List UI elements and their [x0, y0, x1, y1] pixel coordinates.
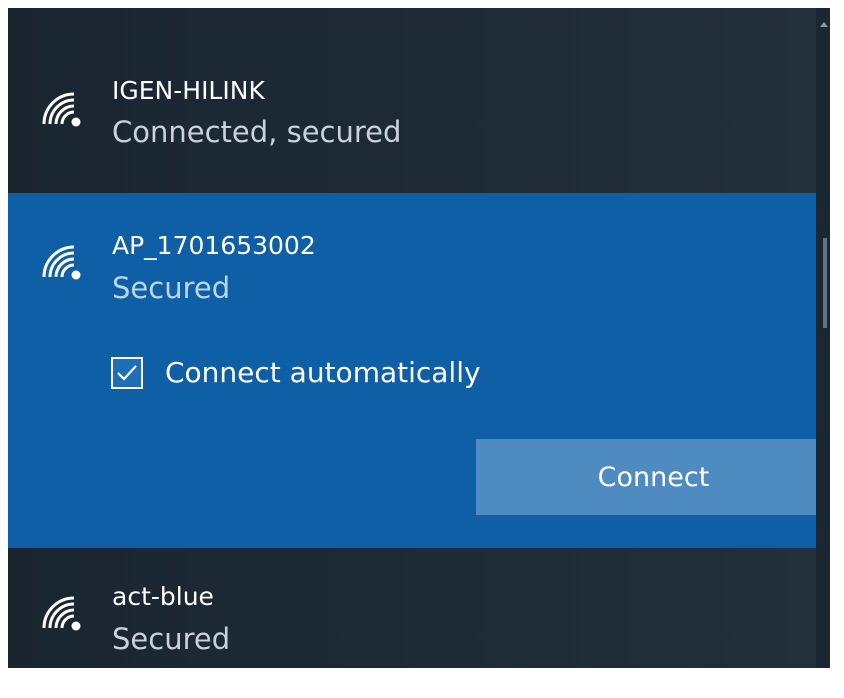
network-status: Connected, secured	[112, 115, 402, 149]
network-ssid: AP_1701653002	[112, 231, 316, 260]
network-ssid: act-blue	[112, 582, 214, 611]
network-item-ap-1701653002[interactable]: AP_1701653002 Secured Connect automatica…	[8, 193, 830, 548]
connect-button[interactable]: Connect	[476, 439, 830, 515]
network-status: Secured	[112, 271, 231, 305]
network-status: Secured	[112, 622, 231, 656]
scroll-up-arrow-icon[interactable]	[820, 22, 828, 27]
checkmark-icon	[117, 365, 137, 381]
network-ssid: IGEN-HILINK	[112, 76, 265, 105]
network-item-igen-hilink[interactable]: IGEN-HILINK Connected, secured	[8, 8, 816, 193]
wifi-secured-icon	[42, 245, 81, 280]
connect-automatically-option[interactable]: Connect automatically	[111, 353, 481, 393]
scroll-thumb[interactable]	[823, 238, 827, 328]
wifi-secured-icon	[42, 596, 81, 631]
connect-automatically-label: Connect automatically	[165, 356, 481, 389]
network-item-act-blue[interactable]: act-blue Secured	[8, 548, 816, 668]
connect-automatically-checkbox[interactable]	[111, 357, 143, 389]
wifi-network-list: IGEN-HILINK Connected, secured AP_170165…	[8, 8, 830, 668]
wifi-secured-icon	[42, 92, 81, 127]
scrollbar[interactable]	[816, 8, 830, 668]
